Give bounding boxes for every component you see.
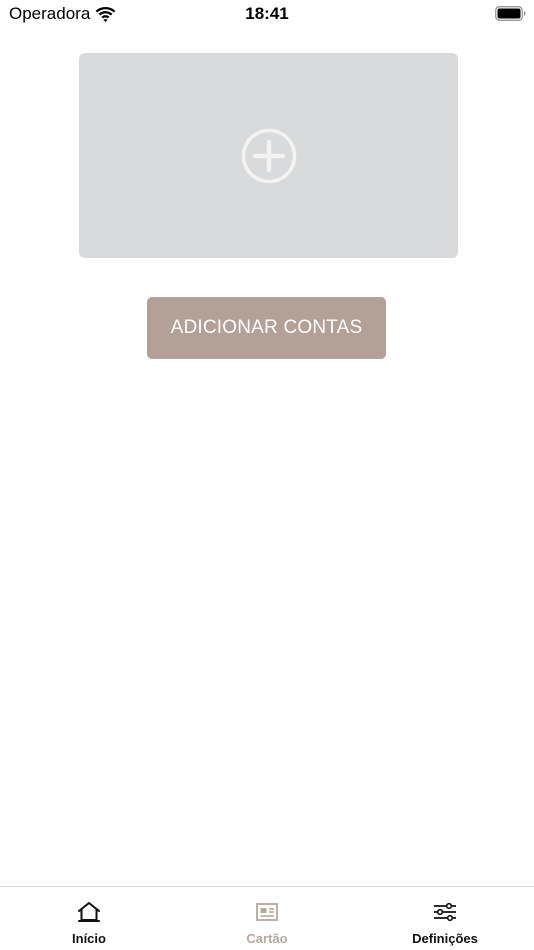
- plus-circle-icon: [241, 128, 296, 183]
- tab-home[interactable]: Início: [0, 887, 178, 950]
- tab-home-label: Início: [72, 931, 106, 946]
- add-account-card[interactable]: [79, 53, 458, 258]
- card-icon: [256, 903, 278, 921]
- tab-settings[interactable]: Definições: [356, 887, 534, 950]
- status-time: 18:41: [245, 4, 289, 23]
- sliders-icon: [434, 902, 456, 922]
- battery-icon: [495, 6, 526, 21]
- screen: Operadora 18:41 ADICIONAR CONTAS Início …: [0, 0, 534, 950]
- status-bar: Operadora 18:41: [0, 0, 534, 28]
- add-accounts-button[interactable]: ADICIONAR CONTAS: [147, 297, 386, 359]
- tab-card[interactable]: Cartão: [178, 887, 356, 950]
- home-icon: [78, 902, 100, 922]
- tab-settings-label: Definições: [412, 931, 478, 946]
- tab-bar: Início Cartão Definições: [0, 886, 534, 950]
- tab-card-label: Cartão: [246, 931, 288, 946]
